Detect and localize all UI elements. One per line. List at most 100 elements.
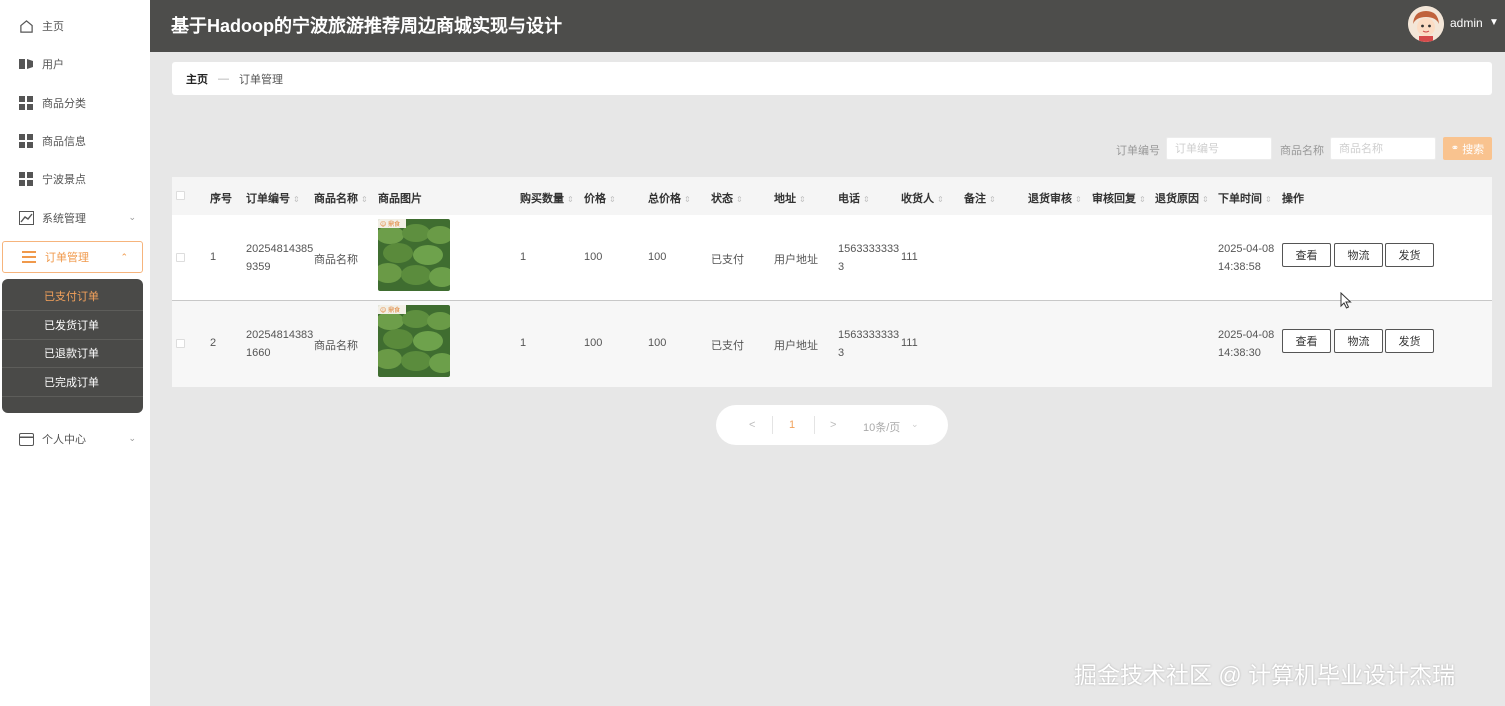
username[interactable]: admin [1450,16,1483,30]
col-receiver[interactable]: 收货人 ⇕ [901,190,944,206]
sort-icon: ⇕ [1075,195,1082,204]
chart-icon [18,210,34,226]
cell-price: 100 [584,251,603,263]
col-price[interactable]: 价格 ⇕ [584,190,616,206]
product-name-input[interactable] [1330,137,1436,160]
cell-receiver: 111 [901,337,918,349]
col-return-reason[interactable]: 退货原因 ⇕ [1155,190,1209,206]
chevron-down-icon: ⌄ [128,433,136,443]
cell-address: 用户地址 [774,254,818,266]
col-remark[interactable]: 备注 ⇕ [964,190,996,206]
sidebar-item-scenic-spots[interactable]: 宁波景点 [0,163,150,195]
product-image[interactable]: ☺ 鼎食 [378,219,450,291]
search-icon: ⚭ [1450,143,1460,154]
cell-phone: 15633333333 [838,243,900,273]
col-phone[interactable]: 电话 ⇕ [838,190,870,206]
sidebar-item-system[interactable]: 系统管理 ⌄ [0,202,150,234]
col-product-image: 商品图片 [378,193,422,205]
select-all-checkbox[interactable] [176,191,185,200]
top-header: 基于Hadoop的宁波旅游推荐周边商城实现与设计 admin ▼ [150,0,1505,52]
col-quantity[interactable]: 购买数量 ⇕ [520,190,574,206]
sidebar-item-product-category[interactable]: 商品分类 [0,87,150,119]
mouse-cursor-icon [1340,292,1352,309]
submenu-shipped-orders[interactable]: 已发货订单 [2,312,143,340]
sidebar-item-profile[interactable]: 个人中心 ⌄ [0,423,150,455]
sort-icon: ⇕ [609,195,616,204]
product-image[interactable]: ☺ 鼎食 [378,305,450,377]
sidebar-item-label: 主页 [42,21,64,33]
col-status[interactable]: 状态 ⇕ [711,190,743,206]
cell-address: 用户地址 [774,340,818,352]
col-total[interactable]: 总价格 ⇕ [648,190,691,206]
cell-index: 1 [210,251,217,263]
submenu-refunded-orders[interactable]: 已退款订单 [2,340,143,368]
view-button[interactable]: 查看 [1282,243,1331,267]
col-audit-reply[interactable]: 审核回复 ⇕ [1092,190,1146,206]
col-actions: 操作 [1282,193,1304,205]
view-button[interactable]: 查看 [1282,329,1331,353]
cell-price: 100 [584,337,603,349]
ship-button[interactable]: 发货 [1385,329,1434,353]
logistics-button[interactable]: 物流 [1334,329,1383,353]
cell-product-name: 商品名称 [314,254,358,266]
sort-icon: ⇕ [863,195,870,204]
cell-total: 100 [648,251,667,263]
avatar[interactable] [1408,6,1444,42]
chevron-up-icon: ⌃ [120,252,128,262]
page-number[interactable]: 1 [789,419,795,431]
breadcrumb-separator: — [218,72,229,85]
page-size-select[interactable]: 10条/页 [863,419,900,435]
logistics-button[interactable]: 物流 [1334,243,1383,267]
order-no-input[interactable] [1166,137,1272,160]
sidebar-item-label: 商品分类 [42,98,86,110]
cell-index: 2 [210,337,217,349]
submenu-paid-orders[interactable]: 已支付订单 [2,283,143,311]
sort-icon: ⇕ [937,195,944,204]
row-checkbox[interactable] [176,253,185,262]
cell-order-time: 2025-04-08 14:38:30 [1218,329,1275,359]
sidebar-item-users[interactable]: 用户 [0,48,150,80]
breadcrumb-home[interactable]: 主页 [186,71,208,87]
search-button[interactable]: ⚭ 搜索 [1443,137,1492,160]
sidebar-item-product-info[interactable]: 商品信息 [0,125,150,157]
ship-button[interactable]: 发货 [1385,243,1434,267]
watermark: 掘金技术社区 @ 计算机毕业设计杰瑞 [1074,662,1456,688]
order-no-label: 订单编号 [1116,145,1160,157]
breadcrumb-current: 订单管理 [239,73,283,86]
svg-text:☺ 鼎食: ☺ 鼎食 [380,306,400,314]
caret-down-icon[interactable]: ▼ [1489,17,1499,28]
user-card-icon [18,56,34,72]
sort-icon: ⇕ [567,195,574,204]
row-checkbox[interactable] [176,339,185,348]
sidebar-item-label: 商品信息 [42,136,86,148]
table-row: 2 202548143831660 商品名称 ☺ 鼎食 1 100 100 已支… [172,301,1492,387]
sort-icon: ⇕ [1265,195,1272,204]
submenu-completed-orders[interactable]: 已完成订单 [2,369,143,397]
col-return-audit[interactable]: 退货审核 ⇕ [1028,190,1082,206]
pagination: < 1 > 10条/页 ⌄ [716,405,948,445]
cell-order-no: 202548143859359 [246,243,314,273]
cell-receiver: 111 [901,251,918,263]
grid-icon [18,95,34,111]
list-icon [21,249,37,265]
pager-divider [772,416,773,434]
sidebar-item-orders[interactable]: 订单管理 ⌃ [2,241,143,273]
svg-text:☺ 鼎食: ☺ 鼎食 [380,220,400,228]
col-order-time[interactable]: 下单时间 ⇕ [1218,190,1272,206]
sort-icon: ⇕ [736,195,743,204]
sidebar-item-home[interactable]: 主页 [0,10,150,42]
chevron-down-icon[interactable]: ⌄ [911,419,919,430]
col-address[interactable]: 地址 ⇕ [774,190,806,206]
cell-order-time: 2025-04-08 14:38:58 [1218,243,1275,273]
col-index: 序号 [210,193,232,205]
col-order-no[interactable]: 订单编号 ⇕ [246,190,300,206]
sort-icon: ⇕ [989,195,996,204]
sort-icon: ⇕ [293,195,300,204]
pager-divider [814,416,815,434]
next-page-button[interactable]: > [830,419,836,431]
search-button-label: 搜索 [1462,143,1485,156]
prev-page-button[interactable]: < [749,419,755,431]
col-product-name[interactable]: 商品名称 ⇕ [314,190,368,206]
page-title: 基于Hadoop的宁波旅游推荐周边商城实现与设计 [171,16,562,36]
sort-icon: ⇕ [799,195,806,204]
